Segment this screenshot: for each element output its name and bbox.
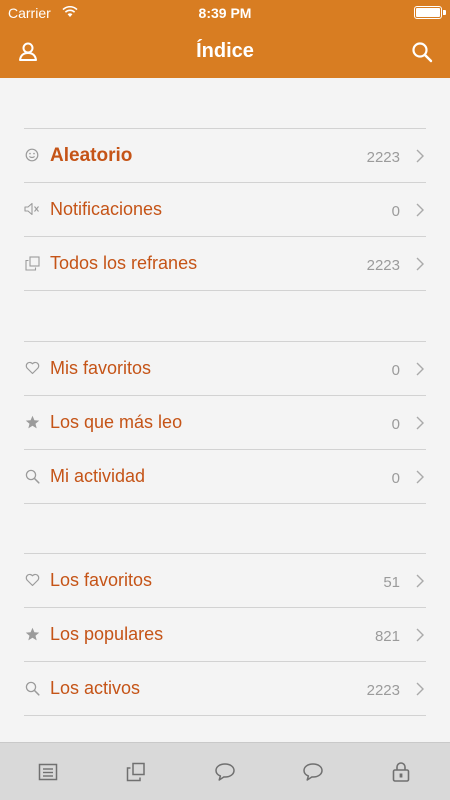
tab-speech-bubble-icon[interactable] <box>301 760 325 784</box>
chevron-right-icon <box>416 628 424 642</box>
tab-copy-icon[interactable] <box>124 760 148 784</box>
chevron-right-icon <box>416 574 424 588</box>
chevron-right-icon <box>416 362 424 376</box>
chevron-right-icon <box>416 416 424 430</box>
menu-item-label: Notificaciones <box>50 199 163 219</box>
menu-item-count: 0 <box>391 203 400 220</box>
heart-icon <box>24 360 40 376</box>
menu-item-mi-actividad[interactable]: Mi actividad 0 <box>24 450 426 504</box>
menu-item-count: 0 <box>391 362 400 379</box>
clock: 8:39 PM <box>198 5 252 21</box>
tab-bar <box>0 742 450 800</box>
tab-speech-bubble-icon[interactable] <box>213 760 237 784</box>
copy-icon <box>24 255 40 271</box>
menu-item-label: Mis favoritos <box>50 358 152 378</box>
menu-item-todos-los-refranes[interactable]: Todos los refranes 2223 <box>24 237 426 291</box>
star-icon <box>24 414 40 430</box>
menu-item-los-favoritos[interactable]: Los favoritos 51 <box>24 554 426 608</box>
speaker-muted-icon <box>24 201 40 217</box>
menu-item-count: 0 <box>391 470 400 487</box>
status-bar: Carrier 8:39 PM <box>0 0 450 26</box>
chevron-right-icon <box>416 149 424 163</box>
menu-section-community: Los favoritos 51 Los populares 821 Los a… <box>24 553 426 716</box>
menu-item-label: Los activos <box>50 678 141 698</box>
menu-item-label: Los populares <box>50 624 164 644</box>
search-icon <box>24 680 40 696</box>
tab-lock-icon[interactable] <box>389 760 413 784</box>
tab-list-icon[interactable] <box>36 760 60 784</box>
chevron-right-icon <box>416 470 424 484</box>
menu-item-count: 2223 <box>366 257 400 274</box>
nav-bar: Índice <box>0 26 450 78</box>
menu-item-count: 2223 <box>366 149 400 166</box>
menu-item-notificaciones[interactable]: Notificaciones 0 <box>24 183 426 237</box>
menu-item-label: Aleatorio <box>50 145 133 166</box>
menu-section-general: Aleatorio 2223 Notificaciones 0 Todos lo… <box>24 128 426 291</box>
page-title: Índice <box>196 40 254 62</box>
menu-item-count: 2223 <box>366 682 400 699</box>
menu-item-los-populares[interactable]: Los populares 821 <box>24 608 426 662</box>
heart-icon <box>24 572 40 588</box>
battery-icon <box>414 6 446 19</box>
menu-item-label: Los que más leo <box>50 412 183 432</box>
menu-item-label: Todos los refranes <box>50 253 198 273</box>
menu-item-label: Los favoritos <box>50 570 153 590</box>
menu-item-aleatorio[interactable]: Aleatorio 2223 <box>24 129 426 183</box>
menu-item-count: 51 <box>383 574 400 591</box>
menu-item-los-que-mas-leo[interactable]: Los que más leo 0 <box>24 396 426 450</box>
chevron-right-icon <box>416 203 424 217</box>
menu-section-personal: Mis favoritos 0 Los que más leo 0 Mi act… <box>24 341 426 504</box>
chevron-right-icon <box>416 682 424 696</box>
menu-item-mis-favoritos[interactable]: Mis favoritos 0 <box>24 342 426 396</box>
menu-item-count: 0 <box>391 416 400 433</box>
menu-item-los-activos[interactable]: Los activos 2223 <box>24 662 426 716</box>
search-icon <box>24 468 40 484</box>
smiley-icon <box>24 147 40 163</box>
menu-item-label: Mi actividad <box>50 466 146 486</box>
search-icon[interactable] <box>406 36 438 68</box>
menu-item-count: 821 <box>374 628 400 645</box>
chevron-right-icon <box>416 257 424 271</box>
header: Carrier 8:39 PM Índice <box>0 0 450 78</box>
star-icon <box>24 626 40 642</box>
